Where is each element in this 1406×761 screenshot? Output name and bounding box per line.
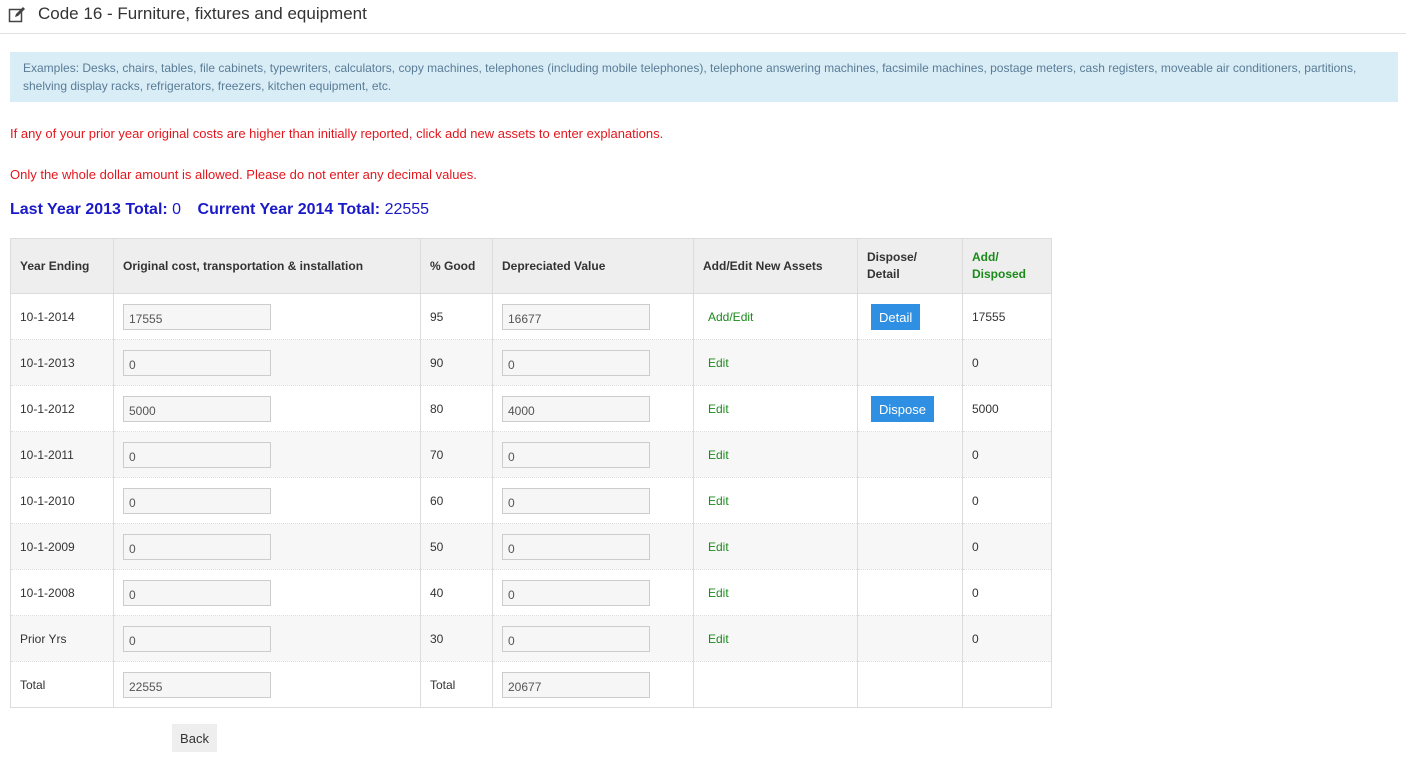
col-add-disposed: Add/ Disposed	[962, 238, 1052, 294]
current-year-total-label: Current Year 2014 Total:	[197, 201, 381, 218]
table-row: Prior Yrs 30 Edit 0	[10, 615, 1052, 662]
table-row: 10-1-2014 95 Add/Edit Detail 17555	[10, 293, 1052, 340]
col-original-cost: Original cost, transportation & installa…	[113, 238, 421, 294]
warning-prior-year: If any of your prior year original costs…	[10, 126, 664, 141]
add-edit-link[interactable]: Add/Edit	[708, 310, 753, 324]
original-cost-input[interactable]	[123, 533, 271, 560]
total-label: Total	[10, 661, 114, 708]
total-cost-input[interactable]	[123, 671, 271, 698]
last-year-total-label: Last Year 2013 Total:	[10, 201, 168, 218]
page-header: Code 16 - Furniture, fixtures and equipm…	[0, 0, 1406, 34]
year-ending-cell: 10-1-2008	[10, 569, 114, 616]
total-depreciated-input[interactable]	[502, 671, 650, 698]
add-disposed-cell: 0	[962, 569, 1052, 616]
original-cost-input[interactable]	[123, 441, 271, 468]
add-disposed-cell: 0	[962, 477, 1052, 524]
percent-good-cell: 90	[420, 339, 493, 386]
add-edit-link[interactable]: Edit	[708, 494, 729, 508]
col-year-ending: Year Ending	[10, 238, 114, 294]
warning-whole-dollar: Only the whole dollar amount is allowed.…	[10, 167, 477, 182]
add-edit-link[interactable]: Edit	[708, 632, 729, 646]
table-row: 10-1-2012 80 Edit Dispose 5000	[10, 385, 1052, 432]
percent-good-cell: 70	[420, 431, 493, 478]
add-edit-link[interactable]: Edit	[708, 356, 729, 370]
table-row: 10-1-2013 90 Edit 0	[10, 339, 1052, 386]
depreciated-value-input[interactable]	[502, 349, 650, 376]
edit-icon	[8, 7, 25, 23]
depreciated-value-input[interactable]	[502, 303, 650, 330]
total-good-label: Total	[420, 661, 493, 708]
add-edit-link[interactable]: Edit	[708, 448, 729, 462]
year-ending-cell: 10-1-2012	[10, 385, 114, 432]
percent-good-cell: 95	[420, 293, 493, 340]
col-dispose-detail: Dispose/ Detail	[857, 238, 963, 294]
table-row: 10-1-2011 70 Edit 0	[10, 431, 1052, 478]
year-ending-cell: 10-1-2013	[10, 339, 114, 386]
page-title: Code 16 - Furniture, fixtures and equipm…	[38, 4, 367, 23]
table-row: 10-1-2009 50 Edit 0	[10, 523, 1052, 570]
original-cost-input[interactable]	[123, 579, 271, 606]
assets-table: Year Ending Original cost, transportatio…	[10, 238, 1052, 708]
depreciated-value-input[interactable]	[502, 487, 650, 514]
percent-good-cell: 50	[420, 523, 493, 570]
year-ending-cell: 10-1-2014	[10, 293, 114, 340]
detail-button[interactable]: Detail	[871, 303, 921, 330]
year-ending-cell: Prior Yrs	[10, 615, 114, 662]
add-disposed-cell: 0	[962, 523, 1052, 570]
col-percent-good: % Good	[420, 238, 493, 294]
current-year-total-value: 22555	[384, 201, 430, 218]
year-ending-cell: 10-1-2010	[10, 477, 114, 524]
back-button[interactable]: Back	[172, 724, 217, 752]
table-row: 10-1-2010 60 Edit 0	[10, 477, 1052, 524]
original-cost-input[interactable]	[123, 349, 271, 376]
original-cost-input[interactable]	[123, 303, 271, 330]
percent-good-cell: 40	[420, 569, 493, 616]
add-edit-link[interactable]: Edit	[708, 540, 729, 554]
examples-info-box: Examples: Desks, chairs, tables, file ca…	[10, 52, 1398, 102]
year-ending-cell: 10-1-2011	[10, 431, 114, 478]
original-cost-input[interactable]	[123, 395, 271, 422]
last-year-total-value: 0	[172, 201, 182, 218]
table-header-row: Year Ending Original cost, transportatio…	[10, 238, 1052, 294]
original-cost-input[interactable]	[123, 625, 271, 652]
add-edit-link[interactable]: Edit	[708, 586, 729, 600]
total-row: Total Total	[10, 661, 1052, 708]
depreciated-value-input[interactable]	[502, 579, 650, 606]
add-disposed-cell: 17555	[962, 293, 1052, 340]
year-ending-cell: 10-1-2009	[10, 523, 114, 570]
add-edit-link[interactable]: Edit	[708, 402, 729, 416]
depreciated-value-input[interactable]	[502, 441, 650, 468]
percent-good-cell: 60	[420, 477, 493, 524]
add-disposed-cell: 0	[962, 431, 1052, 478]
add-disposed-cell: 0	[962, 339, 1052, 386]
col-depreciated-value: Depreciated Value	[492, 238, 694, 294]
add-disposed-cell: 0	[962, 615, 1052, 662]
depreciated-value-input[interactable]	[502, 625, 650, 652]
table-row: 10-1-2008 40 Edit 0	[10, 569, 1052, 616]
original-cost-input[interactable]	[123, 487, 271, 514]
dispose-button[interactable]: Dispose	[871, 395, 934, 422]
add-disposed-cell: 5000	[962, 385, 1052, 432]
totals-summary: Last Year 2013 Total: 0 Current Year 201…	[10, 201, 429, 219]
depreciated-value-input[interactable]	[502, 395, 650, 422]
col-add-edit: Add/Edit New Assets	[693, 238, 858, 294]
depreciated-value-input[interactable]	[502, 533, 650, 560]
percent-good-cell: 30	[420, 615, 493, 662]
percent-good-cell: 80	[420, 385, 493, 432]
